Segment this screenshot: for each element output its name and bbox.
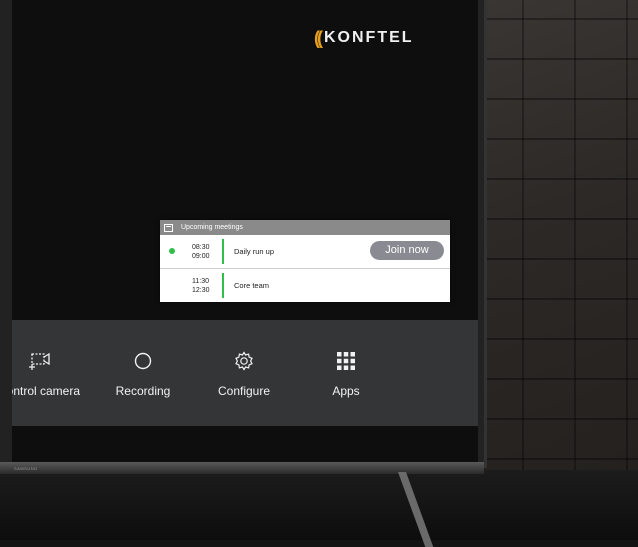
apps-button[interactable]: Apps xyxy=(301,350,391,398)
logo-waves: (( xyxy=(314,27,323,48)
background-wall xyxy=(470,0,638,540)
upcoming-meetings-panel: Upcoming meetings 08:30 09:00 Daily run … xyxy=(160,220,450,302)
meeting-row-daily-run-up[interactable]: 08:30 09:00 Daily run up Join now xyxy=(160,235,450,269)
meeting-times: 08:30 09:00 xyxy=(192,243,210,261)
configure-label: Configure xyxy=(217,384,271,398)
calendar-icon xyxy=(164,223,173,232)
background-floor xyxy=(0,470,638,540)
meeting-title: Core team xyxy=(234,281,270,290)
meetings-header: Upcoming meetings xyxy=(160,220,450,235)
meeting-end-time: 09:00 xyxy=(192,253,210,260)
meeting-title: Daily run up xyxy=(234,247,275,256)
meeting-row-core-team[interactable]: 11:30 12:30 Core team xyxy=(160,269,450,302)
apps-grid-icon xyxy=(301,350,391,372)
meeting-times: 11:30 12:30 xyxy=(192,277,210,295)
meeting-start-time: 11:30 xyxy=(192,278,209,285)
recording-button[interactable]: Recording xyxy=(98,350,188,398)
logo-text: KONFTEL xyxy=(324,29,414,46)
meeting-divider-bar xyxy=(222,239,224,264)
apps-label: Apps xyxy=(332,384,360,398)
recording-label: Recording xyxy=(115,384,171,398)
screen: (( KONFTEL Upcoming meetings 08:30 09:00… xyxy=(12,0,478,462)
record-icon xyxy=(98,350,188,372)
bottom-toolbar: Control camera Recording Configure xyxy=(12,320,478,426)
gear-icon xyxy=(199,350,289,372)
meeting-end-time: 12:30 xyxy=(192,287,210,294)
meetings-header-label: Upcoming meetings xyxy=(181,224,243,231)
konftel-logo: (( KONFTEL xyxy=(314,28,414,48)
camera-icon xyxy=(12,350,84,372)
tv-bottom-frame xyxy=(0,462,484,474)
active-status-dot xyxy=(169,248,175,254)
control-camera-label: Control camera xyxy=(12,384,81,398)
tv-brand-label: SAMSUNG xyxy=(14,466,38,471)
control-camera-button[interactable]: Control camera xyxy=(12,350,84,398)
join-now-button[interactable]: Join now xyxy=(370,241,444,260)
meeting-divider-bar xyxy=(222,273,224,298)
meeting-start-time: 08:30 xyxy=(192,244,210,251)
configure-button[interactable]: Configure xyxy=(199,350,289,398)
